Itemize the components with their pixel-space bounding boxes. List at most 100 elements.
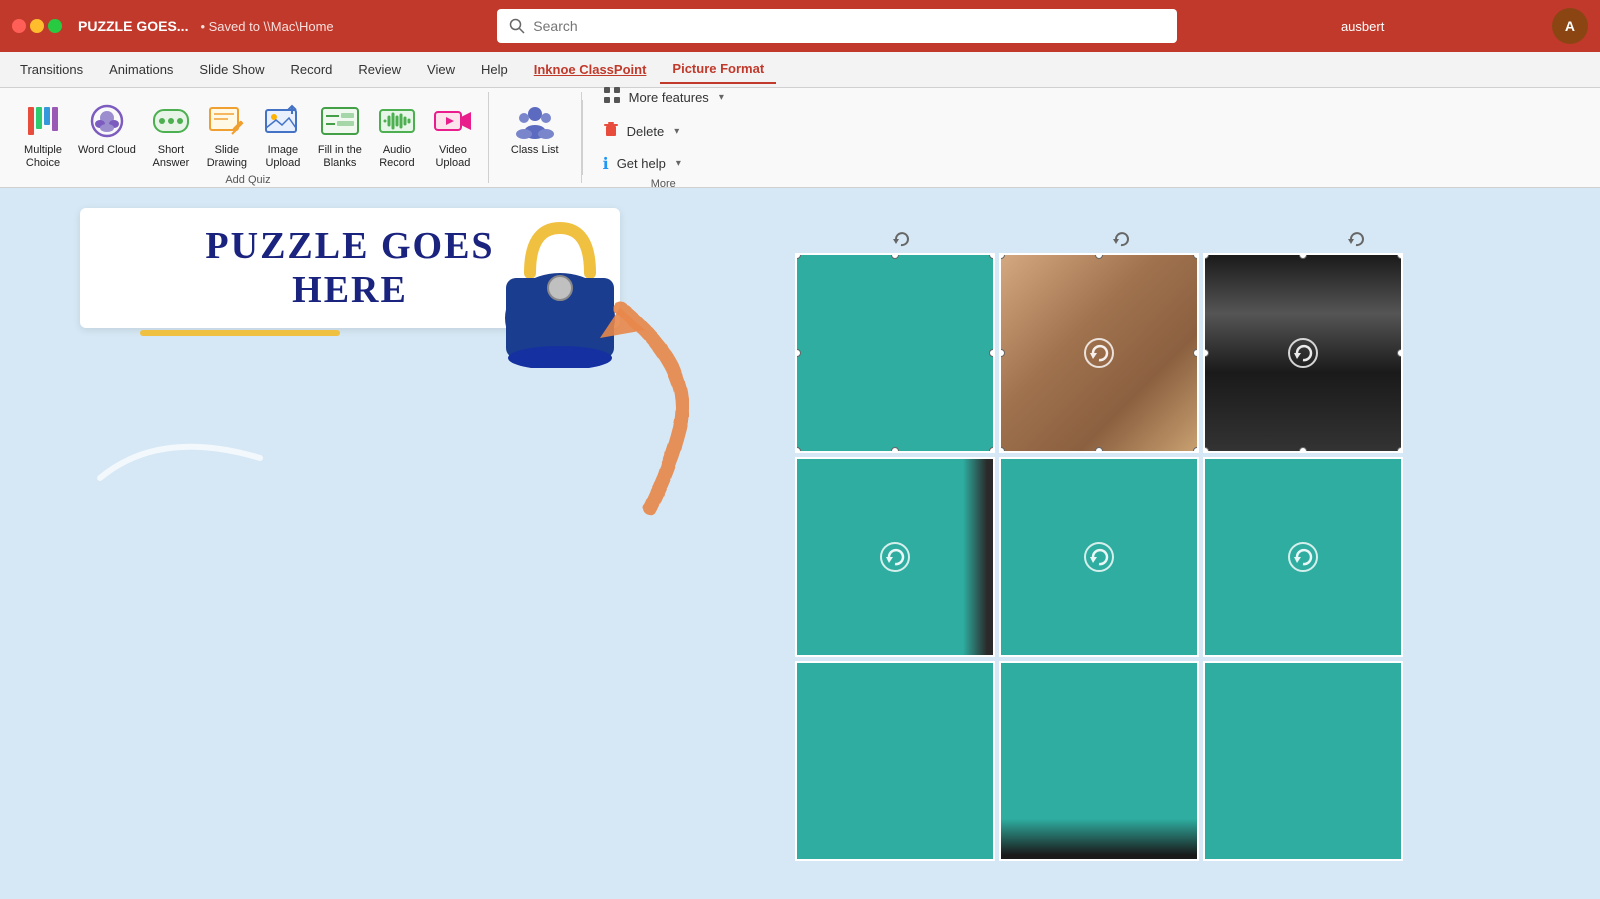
video-upload-icon [432, 100, 474, 142]
tab-picture-format[interactable]: Picture Format [660, 55, 776, 84]
puzzle-cell-1-0[interactable] [795, 457, 995, 657]
sel-handle-tm-2[interactable] [1299, 253, 1307, 259]
sel-handle-tr-1[interactable] [1193, 253, 1199, 259]
puzzle-cell-2-1[interactable] [999, 661, 1199, 861]
quiz-group-items: MultipleChoice Word Cloud [16, 92, 480, 174]
more-group: More features ▾ Delete ▾ ℹ Get help [583, 92, 744, 183]
info-icon: ℹ [603, 154, 609, 174]
sel-handle-bm-1[interactable] [1095, 447, 1103, 453]
class-list-group: Class List x [489, 92, 582, 183]
grid-icon [603, 86, 621, 109]
tab-record[interactable]: Record [278, 56, 344, 83]
puzzle-cell-1-2[interactable] [1203, 457, 1403, 657]
search-box[interactable] [497, 9, 1177, 43]
puzzle-cell-0-1[interactable] [999, 253, 1199, 453]
tab-slideshow[interactable]: Slide Show [187, 56, 276, 83]
audio-record-icon [376, 100, 418, 142]
sel-handle-mr[interactable] [989, 349, 995, 357]
multiple-choice-label: MultipleChoice [24, 144, 62, 170]
sel-handle-mr-2[interactable] [1397, 349, 1403, 357]
cell-rotate-2[interactable] [1288, 338, 1318, 368]
puzzle-cell-0-0[interactable] [795, 253, 995, 453]
sel-handle-bm-2[interactable] [1299, 447, 1307, 453]
video-upload-button[interactable]: VideoUpload [426, 96, 480, 174]
tab-view[interactable]: View [415, 56, 467, 83]
fill-blanks-button[interactable]: Fill in theBlanks [312, 96, 368, 174]
avatar: A [1552, 8, 1588, 44]
more-group-items: More features ▾ Delete ▾ ℹ Get help [595, 82, 732, 178]
search-icon [509, 18, 525, 34]
titlebar: PUZZLE GOES... • Saved to \\Mac\Home aus… [0, 0, 1600, 52]
ribbon-content: MultipleChoice Word Cloud [0, 88, 1600, 188]
close-button[interactable] [12, 19, 26, 33]
sel-handle-bl[interactable] [795, 447, 801, 453]
sel-handle-tr[interactable] [989, 253, 995, 259]
tab-review[interactable]: Review [346, 56, 413, 83]
get-help-chevron: ▾ [676, 158, 681, 169]
sel-handle-tl-1[interactable] [999, 253, 1005, 259]
fill-blanks-label: Fill in theBlanks [318, 144, 362, 170]
short-answer-icon [150, 100, 192, 142]
sel-handle-tr-2[interactable] [1397, 253, 1403, 259]
more-features-button[interactable]: More features ▾ [595, 82, 732, 113]
more-features-chevron: ▾ [719, 92, 724, 103]
rotate-handle-top-2[interactable] [1110, 228, 1132, 255]
multiple-choice-icon [22, 100, 64, 142]
cell-rotate-5[interactable] [1288, 542, 1318, 572]
get-help-button[interactable]: ℹ Get help ▾ [595, 150, 732, 178]
sel-handle-tl-2[interactable] [1203, 253, 1209, 259]
sel-handle-tm-1[interactable] [1095, 253, 1103, 259]
word-cloud-icon [86, 100, 128, 142]
search-input[interactable] [533, 18, 1165, 34]
cell-rotate-4[interactable] [1084, 542, 1114, 572]
sel-handle-br-2[interactable] [1397, 447, 1403, 453]
slide-drawing-icon [206, 100, 248, 142]
puzzle-cell-2-0[interactable] [795, 661, 995, 861]
class-list-button[interactable]: Class List [505, 96, 565, 161]
sel-handle-bl-1[interactable] [999, 447, 1005, 453]
slide-drawing-button[interactable]: SlideDrawing [200, 96, 254, 174]
image-upload-button[interactable]: ImageUpload [256, 96, 310, 174]
slide-drawing-label: SlideDrawing [207, 144, 247, 170]
rotate-handle-top[interactable] [890, 228, 912, 255]
puzzle-cell-0-2[interactable] [1203, 253, 1403, 453]
rotate-handle-top-3[interactable] [1345, 228, 1367, 255]
image-upload-icon [262, 100, 304, 142]
short-answer-button[interactable]: ShortAnswer [144, 96, 198, 174]
delete-button[interactable]: Delete ▾ [595, 117, 732, 146]
cell-rotate-3[interactable] [880, 542, 910, 572]
sel-handle-tl[interactable] [795, 253, 801, 259]
delete-label: Delete [627, 124, 665, 139]
sel-handle-tm[interactable] [891, 253, 899, 259]
class-list-icon [514, 100, 556, 142]
sel-handle-bl-2[interactable] [1203, 447, 1209, 453]
cell-rotate-1[interactable] [1084, 338, 1114, 368]
minimize-button[interactable] [30, 19, 44, 33]
tab-transitions[interactable]: Transitions [8, 56, 95, 83]
sel-handle-br[interactable] [989, 447, 995, 453]
sel-handle-ml[interactable] [795, 349, 801, 357]
slide-canvas[interactable]: PUZZLE GOES HERE [0, 188, 1600, 899]
multiple-choice-button[interactable]: MultipleChoice [16, 96, 70, 174]
cat-edge [963, 459, 993, 655]
tab-help[interactable]: Help [469, 56, 520, 83]
short-answer-label: ShortAnswer [153, 144, 190, 170]
tab-animations[interactable]: Animations [97, 56, 185, 83]
maximize-button[interactable] [48, 19, 62, 33]
puzzle-cell-1-1[interactable] [999, 457, 1199, 657]
tab-inknoe-classpoint[interactable]: Inknoe ClassPoint [522, 56, 659, 83]
puzzle-cell-2-2[interactable] [1203, 661, 1403, 861]
sel-handle-br-1[interactable] [1193, 447, 1199, 453]
word-cloud-label: Word Cloud [78, 144, 136, 157]
sel-handle-mr-1[interactable] [1193, 349, 1199, 357]
bag-illustration [480, 218, 640, 368]
audio-record-button[interactable]: AudioRecord [370, 96, 424, 174]
main-area: PUZZLE GOES HERE [0, 188, 1600, 899]
sel-handle-bm[interactable] [891, 447, 899, 453]
word-cloud-button[interactable]: Word Cloud [72, 96, 142, 161]
cat-bottom [1001, 819, 1197, 859]
save-status: • Saved to \\Mac\Home [200, 19, 333, 34]
get-help-label: Get help [617, 156, 666, 171]
sel-handle-ml-2[interactable] [1203, 349, 1209, 357]
sel-handle-ml-1[interactable] [999, 349, 1005, 357]
